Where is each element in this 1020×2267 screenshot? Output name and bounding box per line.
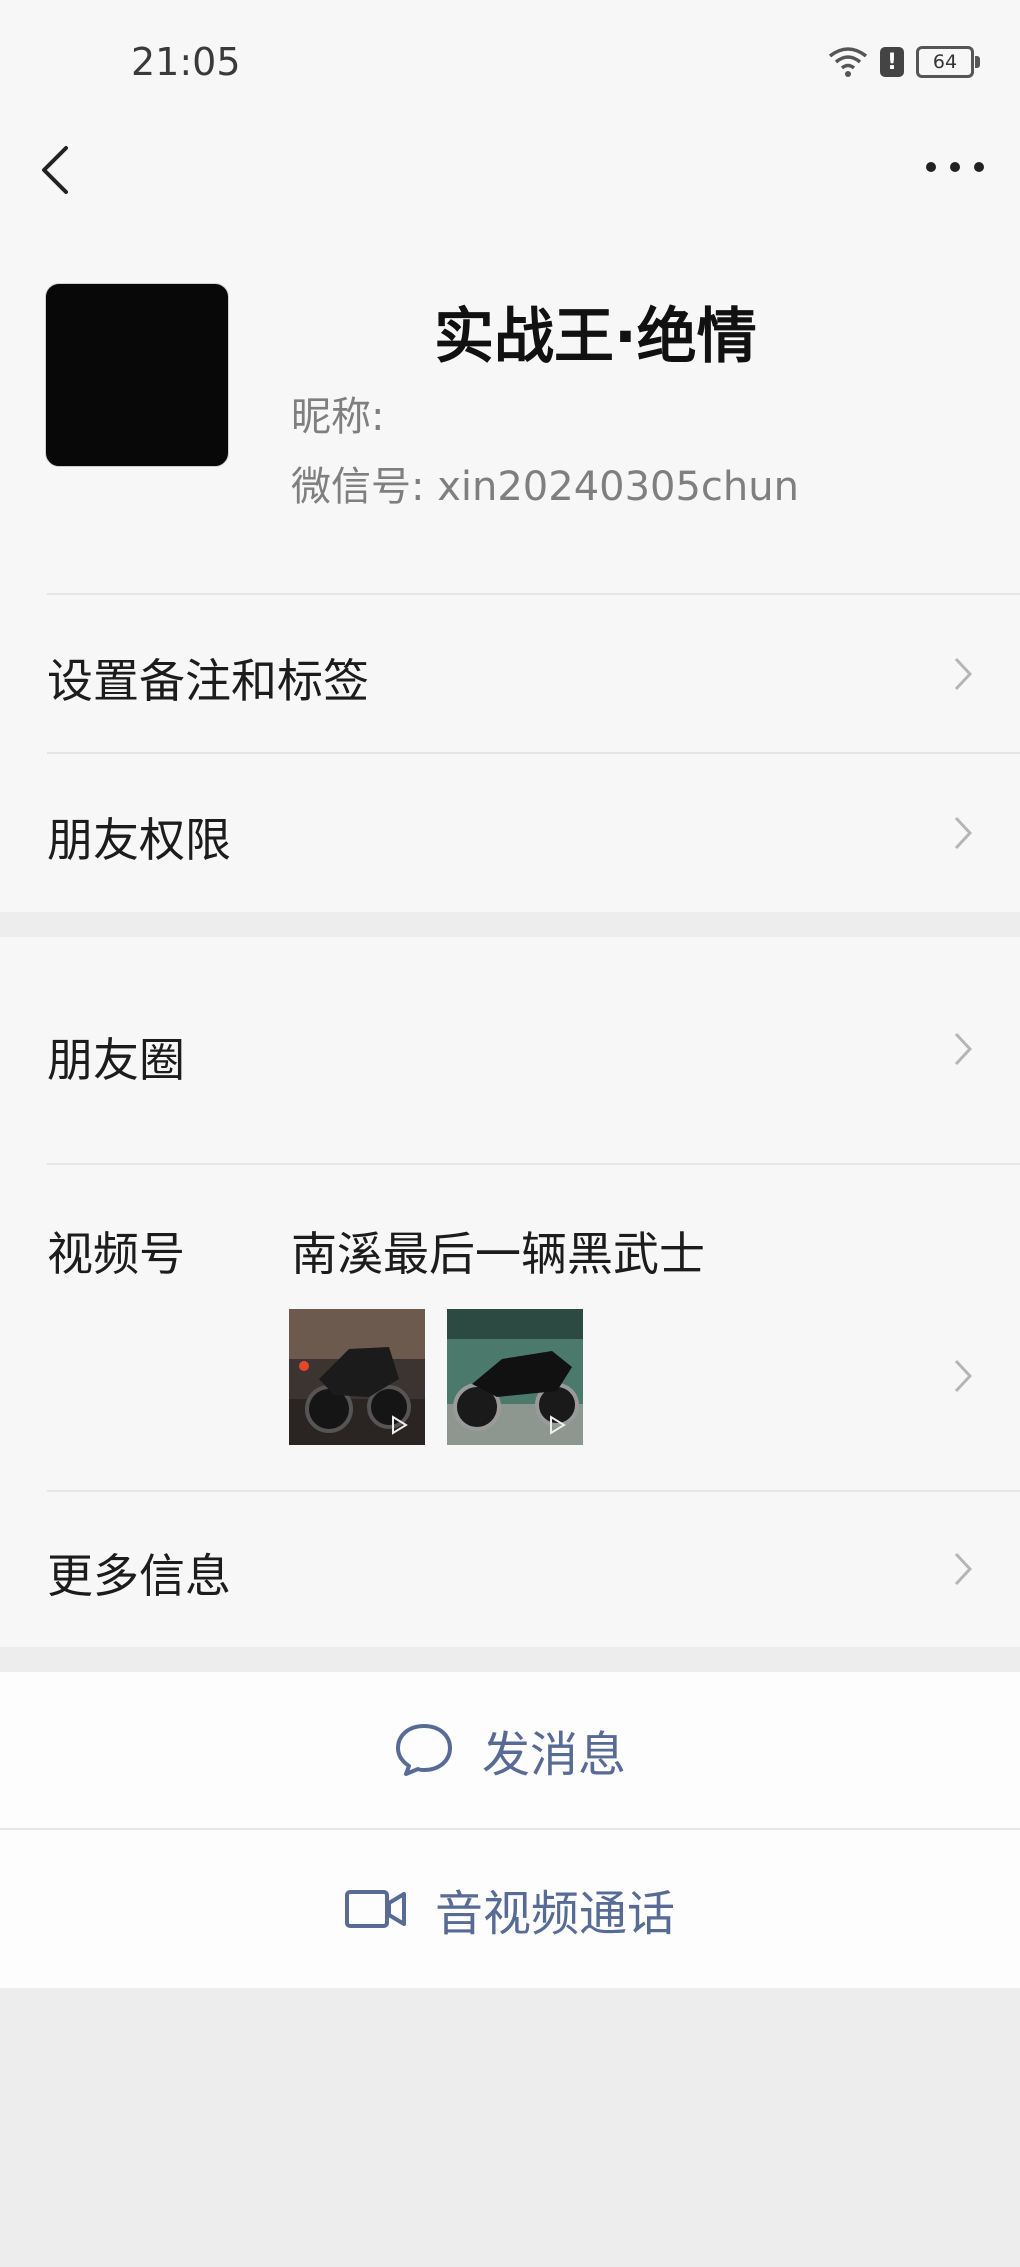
send-message-label: 发消息: [481, 1727, 626, 1783]
chevron-right-icon: [954, 1032, 972, 1066]
back-arrow-icon: [42, 146, 68, 194]
status-time: 21:05: [131, 40, 241, 84]
motorcycle-image: [447, 1309, 583, 1445]
permissions-row[interactable]: 朋友权限: [0, 754, 1020, 912]
moments-label: 朋友圈: [47, 1033, 185, 1087]
video-camera-icon: [344, 1890, 406, 1928]
more-info-row[interactable]: 更多信息: [0, 1492, 1020, 1647]
status-icons: ! 64: [828, 40, 980, 84]
chevron-right-icon: [954, 657, 972, 691]
video-thumbnail[interactable]: [289, 1309, 425, 1445]
video-thumbnail[interactable]: [447, 1309, 583, 1445]
remark-label: 设置备注和标签: [47, 654, 369, 708]
remark-row[interactable]: 设置备注和标签: [0, 595, 1020, 752]
battery-level: 64: [932, 51, 958, 73]
alert-icon: !: [880, 47, 904, 77]
chevron-right-icon: [954, 816, 972, 850]
video-call-button[interactable]: 音视频通话: [0, 1830, 1020, 1988]
more-button[interactable]: [926, 152, 984, 182]
battery-icon: 64: [916, 46, 980, 78]
chevron-right-icon: [954, 1359, 972, 1393]
nickname-label: 昵称:: [291, 394, 385, 440]
avatar[interactable]: [45, 283, 229, 467]
profile-name: 实战王·绝情: [434, 302, 757, 372]
wechat-id-label: 微信号:: [291, 464, 425, 510]
wechat-id-value: xin20240305chun: [437, 464, 799, 510]
permissions-label: 朋友权限: [47, 813, 231, 867]
send-message-button[interactable]: 发消息: [0, 1672, 1020, 1828]
status-bar: 21:05 ! 64: [0, 0, 1020, 120]
back-button[interactable]: [36, 140, 76, 200]
motorcycle-image: [289, 1309, 425, 1445]
chat-bubble-icon: [395, 1724, 452, 1776]
channels-label: 视频号: [47, 1227, 185, 1281]
chevron-right-icon: [954, 1552, 972, 1586]
more-dots-icon: [926, 162, 936, 172]
video-call-label: 音视频通话: [434, 1886, 675, 1942]
wechat-id: 微信号: xin20240305chun: [291, 454, 799, 512]
wifi-icon: [828, 47, 868, 77]
channels-name: 南溪最后一辆黑武士: [291, 1227, 705, 1281]
more-info-label: 更多信息: [47, 1549, 231, 1603]
moments-row[interactable]: 朋友圈: [0, 937, 1020, 1163]
